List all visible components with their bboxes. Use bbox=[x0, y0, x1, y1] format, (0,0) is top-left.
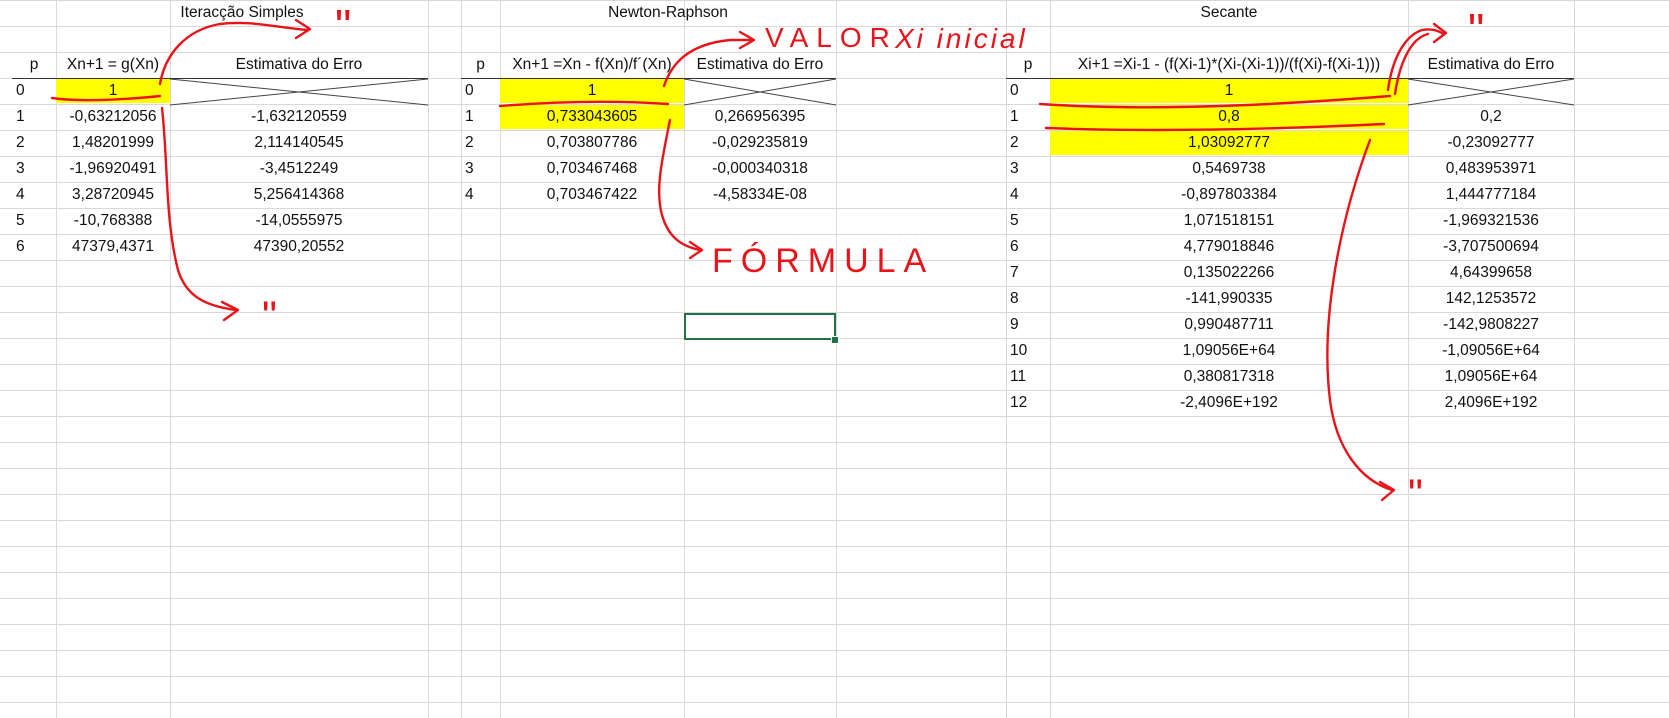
ink-arrow-newton-down bbox=[657, 118, 702, 252]
ink-arrow-sec-up-2 bbox=[1393, 32, 1430, 96]
annotation-valor: VALOR bbox=[765, 22, 898, 53]
ink-arrow-iter-up bbox=[158, 21, 310, 86]
handwritten-annotations: " " VALOR Xi inicial FÓRMULA " " bbox=[50, 0, 1575, 517]
annotation-xi-inicial: Xi inicial bbox=[894, 23, 1028, 54]
ink-arrowhead-iter-down bbox=[220, 300, 240, 322]
ink-arrow-sec-down bbox=[1326, 138, 1394, 492]
ink-arrow-iter-down bbox=[160, 106, 238, 312]
ink-underline-sec-2 bbox=[1044, 122, 1386, 132]
ink-arrow-newton-up bbox=[662, 38, 754, 88]
ink-arrowhead-sec-down bbox=[1378, 480, 1396, 502]
ditto-mark-sec-top: " bbox=[1468, 4, 1484, 56]
ink-underline-newton bbox=[498, 100, 670, 108]
annotation-formula: FÓRMULA bbox=[712, 242, 934, 280]
ditto-mark-sec-bottom: " bbox=[1408, 470, 1423, 517]
ink-underline-iter bbox=[50, 94, 162, 102]
ditto-mark-iter-top: " bbox=[335, 0, 351, 52]
ditto-mark-iter-bottom: " bbox=[262, 292, 277, 339]
ink-underline-sec-1 bbox=[1038, 94, 1392, 109]
